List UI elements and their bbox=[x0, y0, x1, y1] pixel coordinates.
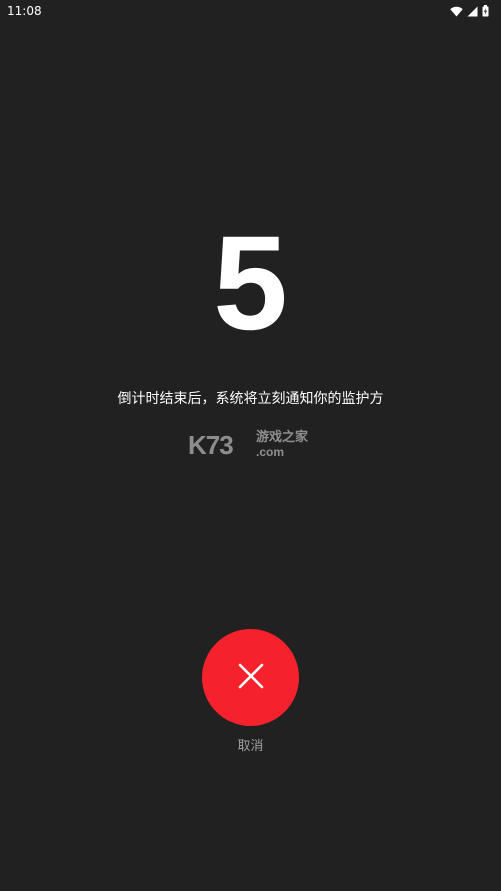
countdown-message: 倒计时结束后，系统将立刻通知你的监护方 bbox=[117, 391, 384, 407]
cancel-button[interactable] bbox=[202, 629, 299, 726]
wifi-icon bbox=[450, 6, 463, 17]
countdown-number: 5 bbox=[213, 209, 288, 358]
battery-icon bbox=[482, 5, 489, 17]
status-icons bbox=[450, 3, 489, 19]
watermark-logo-mark: K73 bbox=[188, 430, 234, 460]
close-icon bbox=[237, 662, 265, 694]
status-bar: 11:08 bbox=[0, 0, 501, 22]
watermark-logo: K73 游戏之家 .com bbox=[188, 430, 318, 462]
watermark-domain: .com bbox=[256, 445, 285, 459]
cellular-signal-icon bbox=[467, 6, 478, 17]
cancel-label: 取消 bbox=[237, 739, 264, 754]
status-time: 11:08 bbox=[7, 4, 42, 18]
